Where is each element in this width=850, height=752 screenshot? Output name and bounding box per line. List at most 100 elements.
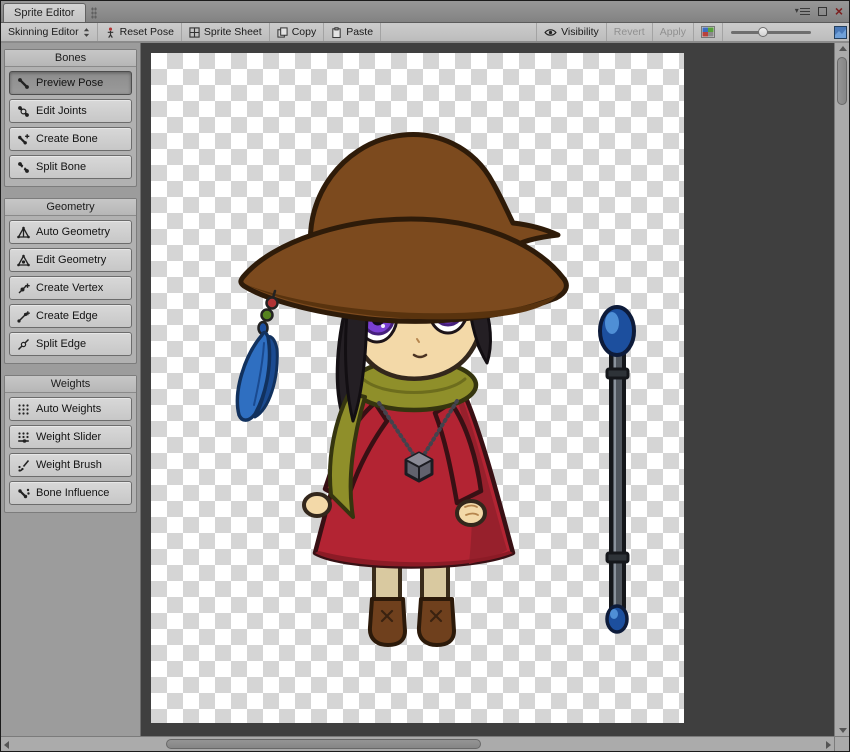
edit-geometry-icon — [17, 254, 30, 267]
vertical-scrollbar[interactable] — [834, 43, 849, 736]
scroll-left-icon[interactable] — [4, 740, 9, 749]
tool-preview-pose[interactable]: Preview Pose — [9, 71, 132, 95]
tool-auto-geometry[interactable]: Auto Geometry — [9, 220, 132, 244]
zoom-slider-knob[interactable] — [758, 27, 768, 37]
tool-split-bone[interactable]: Split Bone — [9, 155, 132, 179]
texture-preview-icon[interactable] — [834, 26, 847, 39]
tool-create-bone[interactable]: Create Bone — [9, 127, 132, 151]
toolbar-right: Visibility Revert Apply — [536, 23, 849, 41]
sprite-sheet-icon — [189, 26, 200, 38]
tab-grip-icon — [90, 7, 97, 19]
zoom-slider[interactable] — [722, 23, 819, 41]
witch-character — [235, 132, 569, 647]
apply-label: Apply — [659, 26, 686, 38]
tool-label: Create Edge — [36, 310, 98, 322]
bones-panel: Bones Preview Pose Edit Joints Create Bo… — [4, 49, 137, 187]
sprite-editor-tab[interactable]: Sprite Editor — [3, 3, 86, 22]
weight-slider-icon — [17, 431, 30, 444]
zoom-slider-track[interactable] — [731, 27, 811, 37]
copy-label: Copy — [291, 26, 317, 38]
copy-icon — [277, 26, 288, 38]
menu-icon — [799, 7, 810, 15]
tool-label: Split Bone — [36, 161, 87, 173]
close-button[interactable]: × — [835, 4, 843, 18]
scroll-down-icon[interactable] — [838, 728, 847, 733]
tool-label: Create Bone — [36, 133, 98, 145]
tool-weight-slider[interactable]: Weight Slider — [9, 425, 132, 449]
toolbar: Skinning Editor Reset Pose Sprite Sheet … — [1, 23, 849, 42]
copy-button[interactable]: Copy — [270, 23, 325, 41]
visibility-label: Visibility — [561, 26, 599, 38]
split-edge-icon — [17, 338, 30, 351]
weights-panel-title: Weights — [5, 376, 136, 393]
scroll-right-icon[interactable] — [826, 740, 831, 749]
skinning-canvas[interactable] — [141, 43, 834, 736]
auto-weights-icon — [17, 403, 30, 416]
sprite-image — [235, 132, 636, 647]
split-bone-icon — [17, 161, 30, 174]
paste-button[interactable]: Paste — [324, 23, 382, 41]
tool-edit-joints[interactable]: Edit Joints — [9, 99, 132, 123]
tool-bone-influence[interactable]: Bone Influence — [9, 481, 132, 505]
bones-panel-title: Bones — [5, 50, 136, 67]
mode-dropdown-label: Skinning Editor — [8, 26, 79, 38]
visibility-button[interactable]: Visibility — [536, 23, 606, 41]
tool-label: Auto Weights — [36, 403, 102, 415]
sprite-sheet-label: Sprite Sheet — [203, 26, 262, 38]
edit-joints-icon — [17, 105, 30, 118]
tool-create-edge[interactable]: Create Edge — [9, 304, 132, 328]
revert-button[interactable]: Revert — [605, 23, 652, 41]
window-menu-button[interactable]: ▾ — [795, 7, 810, 15]
caret-down-icon: ▾ — [794, 6, 799, 15]
reset-pose-button[interactable]: Reset Pose — [98, 23, 182, 41]
apply-button[interactable]: Apply — [651, 23, 693, 41]
sprite-editor-window: Sprite Editor ▾ × Skinning Editor Reset … — [0, 0, 850, 752]
maximize-button[interactable] — [817, 6, 827, 16]
paste-label: Paste — [346, 26, 374, 38]
titlebar: Sprite Editor ▾ × — [1, 1, 849, 23]
tool-label: Edit Joints — [36, 105, 87, 117]
feather-charm — [235, 289, 279, 422]
eye-icon — [544, 28, 557, 36]
tool-label: Preview Pose — [36, 77, 104, 89]
tool-label: Bone Influence — [36, 487, 110, 499]
sprite-sheet-button[interactable]: Sprite Sheet — [182, 23, 270, 41]
revert-label: Revert — [613, 26, 645, 38]
tool-sidebar: Bones Preview Pose Edit Joints Create Bo… — [1, 43, 141, 736]
tool-weight-brush[interactable]: Weight Brush — [9, 453, 132, 477]
tool-label: Edit Geometry — [36, 254, 107, 266]
tool-edit-geometry[interactable]: Edit Geometry — [9, 248, 132, 272]
scrollbar-corner — [834, 736, 849, 751]
tool-split-edge[interactable]: Split Edge — [9, 332, 132, 356]
mode-dropdown[interactable]: Skinning Editor — [1, 23, 98, 41]
tab-label: Sprite Editor — [14, 7, 75, 19]
bone-influence-icon — [17, 487, 30, 500]
tool-label: Auto Geometry — [36, 226, 110, 238]
tool-label: Weight Brush — [36, 459, 102, 471]
reset-pose-label: Reset Pose — [119, 26, 174, 38]
staff — [598, 305, 636, 634]
horizontal-scrollbar-thumb[interactable] — [166, 739, 481, 749]
auto-geometry-icon — [17, 226, 30, 239]
sprite-area[interactable] — [151, 53, 684, 723]
window-controls: ▾ × — [795, 0, 849, 22]
vertical-scrollbar-thumb[interactable] — [837, 57, 847, 105]
tool-auto-weights[interactable]: Auto Weights — [9, 397, 132, 421]
updown-caret-icon — [83, 27, 89, 37]
create-vertex-icon — [17, 282, 30, 295]
paste-icon — [332, 26, 341, 38]
tool-label: Weight Slider — [36, 431, 102, 443]
color-swatch-icon — [701, 26, 715, 38]
reset-pose-icon — [107, 27, 113, 38]
horizontal-scrollbar[interactable] — [1, 736, 834, 751]
geometry-panel: Geometry Auto Geometry Edit Geometry Cre… — [4, 198, 137, 364]
overlay-color-button[interactable] — [693, 23, 722, 41]
weight-brush-icon — [17, 459, 30, 472]
tool-create-vertex[interactable]: Create Vertex — [9, 276, 132, 300]
weights-panel: Weights Auto Weights Weight Slider Weigh… — [4, 375, 137, 513]
geometry-panel-title: Geometry — [5, 199, 136, 216]
tool-label: Split Edge — [36, 338, 87, 350]
tool-label: Create Vertex — [36, 282, 104, 294]
create-edge-icon — [17, 310, 30, 323]
scroll-up-icon[interactable] — [838, 46, 847, 51]
